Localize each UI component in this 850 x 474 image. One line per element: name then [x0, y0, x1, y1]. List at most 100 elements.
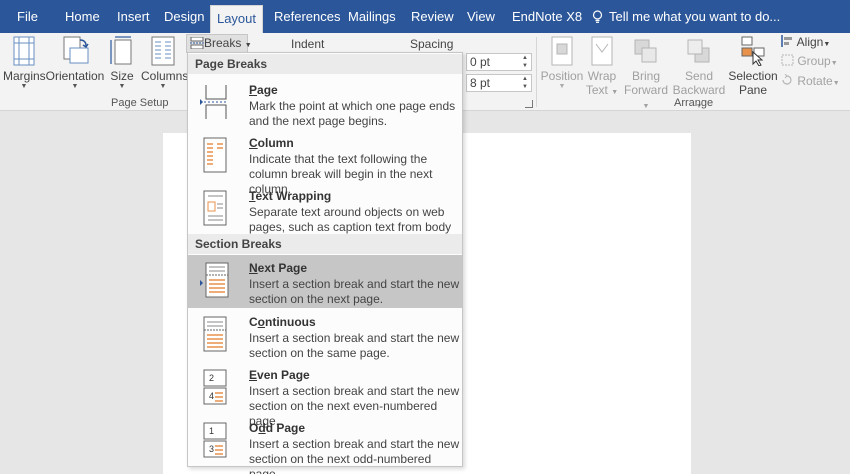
breaks-button[interactable]: Breaks ▼ [186, 34, 252, 53]
menu-item-odd-page[interactable]: 13 Odd Page Insert a section break and s… [188, 415, 462, 474]
orientation-icon [63, 36, 89, 64]
chevron-down-icon: ▼ [832, 80, 840, 87]
size-button[interactable]: Size ▼ [107, 36, 137, 91]
chevron-down-icon: ▼ [71, 83, 79, 90]
tab-home[interactable]: Home [65, 0, 100, 33]
chevron-down-icon: ▼ [823, 41, 831, 48]
spacing-after-value: 8 pt [470, 76, 491, 90]
svg-text:4: 4 [209, 391, 214, 401]
tab-design[interactable]: Design [164, 0, 204, 33]
menu-item-description: Insert a section break and start the new… [249, 331, 460, 360]
page-break-icon [200, 85, 228, 119]
tab-view[interactable]: View [467, 0, 495, 33]
send-label-1: Send [684, 69, 714, 83]
tab-insert[interactable]: Insert [117, 0, 150, 33]
bring-forward-button[interactable]: Bring Forward ▼ [620, 36, 672, 114]
menu-item-title: Text Wrapping [249, 189, 332, 203]
wrap-label-2: Text [585, 83, 608, 97]
selection-label-2: Pane [738, 83, 768, 97]
send-backward-icon [687, 39, 710, 63]
svg-text:2: 2 [209, 373, 214, 383]
odd-page-icon: 13 [203, 422, 227, 458]
position-label: Position [540, 69, 584, 83]
wrap-label-1: Wrap [587, 69, 617, 83]
chevron-down-icon: ▼ [118, 83, 126, 90]
send-label-2: Backward [672, 83, 726, 97]
spacing-after-field[interactable]: 8 pt ▲ ▼ [466, 74, 532, 92]
group-button[interactable]: Group▼ [781, 53, 838, 72]
tell-me-search[interactable]: Tell me what you want to do... [592, 0, 780, 33]
bring-label-1: Bring [631, 69, 660, 83]
rotate-button[interactable]: Rotate▼ [781, 73, 840, 92]
position-button[interactable]: Position ▼ [540, 36, 584, 91]
menu-item-next-page[interactable]: Next Page Insert a section break and sta… [188, 255, 462, 308]
position-icon [551, 36, 573, 66]
menu-item-title: Even Page [249, 368, 310, 382]
indent-label: Indent [291, 37, 325, 51]
menu-item-title: Next Page [249, 261, 308, 275]
spacing-before-field[interactable]: 0 pt ▲ ▼ [466, 53, 532, 71]
chevron-down-icon: ▼ [244, 42, 252, 49]
group-icon [781, 54, 794, 66]
columns-button[interactable]: Columns ▼ [141, 36, 189, 91]
align-button[interactable]: Align▼ [781, 34, 830, 53]
size-icon [110, 36, 132, 65]
menu-item-title: Continuous [249, 315, 316, 329]
menu-item-description: Insert a section break and start the new… [249, 277, 460, 306]
margins-icon [13, 36, 35, 66]
page-breaks-header: Page Breaks [188, 54, 462, 74]
continuous-icon [203, 316, 227, 352]
columns-icon [151, 36, 175, 66]
columns-label: Columns [141, 69, 189, 83]
tab-file[interactable]: File [17, 0, 38, 33]
rotate-icon [782, 73, 792, 85]
orientation-button[interactable]: Orientation ▼ [45, 36, 105, 91]
wrap-text-icon [591, 36, 613, 66]
menu-item-column[interactable]: Column Indicate that the text following … [188, 130, 462, 196]
selection-label-1: Selection [728, 69, 778, 83]
group-label: Group [797, 54, 831, 68]
even-page-icon: 24 [203, 369, 227, 405]
tab-review[interactable]: Review [411, 0, 454, 33]
tab-endnote[interactable]: EndNote X8 [512, 0, 582, 33]
breaks-icon [190, 36, 204, 50]
menu-item-title: Odd Page [249, 421, 306, 435]
lightbulb-icon [592, 10, 603, 23]
breaks-label: Breaks [204, 36, 242, 50]
svg-text:1: 1 [209, 426, 214, 436]
menu-item-even-page[interactable]: 24 Even Page Insert a section break and … [188, 362, 462, 428]
group-separator [536, 37, 537, 107]
menu-item-title: Column [249, 136, 294, 150]
spin-arrows-icon[interactable]: ▲ ▼ [522, 54, 528, 70]
tab-layout[interactable]: Layout [210, 5, 263, 33]
paragraph-dialog-launcher-icon[interactable] [525, 100, 533, 108]
selection-pane-icon [741, 36, 765, 66]
menu-item-text-wrapping[interactable]: Text Wrapping Separate text around objec… [188, 183, 462, 249]
menu-item-page[interactable]: Page Mark the point at which one page en… [188, 77, 462, 128]
tab-references[interactable]: References [274, 0, 340, 33]
chevron-down-icon: ▼ [20, 83, 28, 90]
align-label: Align [796, 35, 824, 49]
chevron-down-icon: ▼ [642, 103, 650, 110]
menu-item-continuous[interactable]: Continuous Insert a section break and st… [188, 309, 462, 360]
spin-arrows-icon[interactable]: ▲ ▼ [522, 75, 528, 91]
selection-pane-button[interactable]: Selection Pane [728, 36, 778, 97]
page-setup-group-label: Page Setup [111, 97, 169, 109]
menu-item-description: Mark the point at which one page ends an… [249, 99, 456, 128]
margins-button[interactable]: Margins ▼ [3, 36, 46, 91]
chevron-down-icon: ▼ [611, 89, 619, 96]
spacing-before-value: 0 pt [470, 55, 491, 69]
text-wrapping-icon [203, 190, 227, 226]
tab-mailings[interactable]: Mailings [348, 0, 396, 33]
wrap-text-button[interactable]: Wrap Text ▼ [584, 36, 620, 100]
column-break-icon [203, 137, 227, 173]
breaks-dropdown-menu: Page Breaks Page Mark the point at which… [187, 52, 463, 474]
chevron-down-icon: ▼ [558, 83, 566, 90]
spacing-label: Spacing [410, 37, 454, 51]
menu-item-title: Page [249, 83, 278, 97]
svg-text:3: 3 [209, 444, 214, 454]
rotate-label: Rotate [797, 74, 833, 88]
section-breaks-header: Section Breaks [188, 234, 462, 254]
size-label: Size [110, 69, 134, 83]
menu-item-description: Insert a section break and start the new… [249, 437, 460, 474]
